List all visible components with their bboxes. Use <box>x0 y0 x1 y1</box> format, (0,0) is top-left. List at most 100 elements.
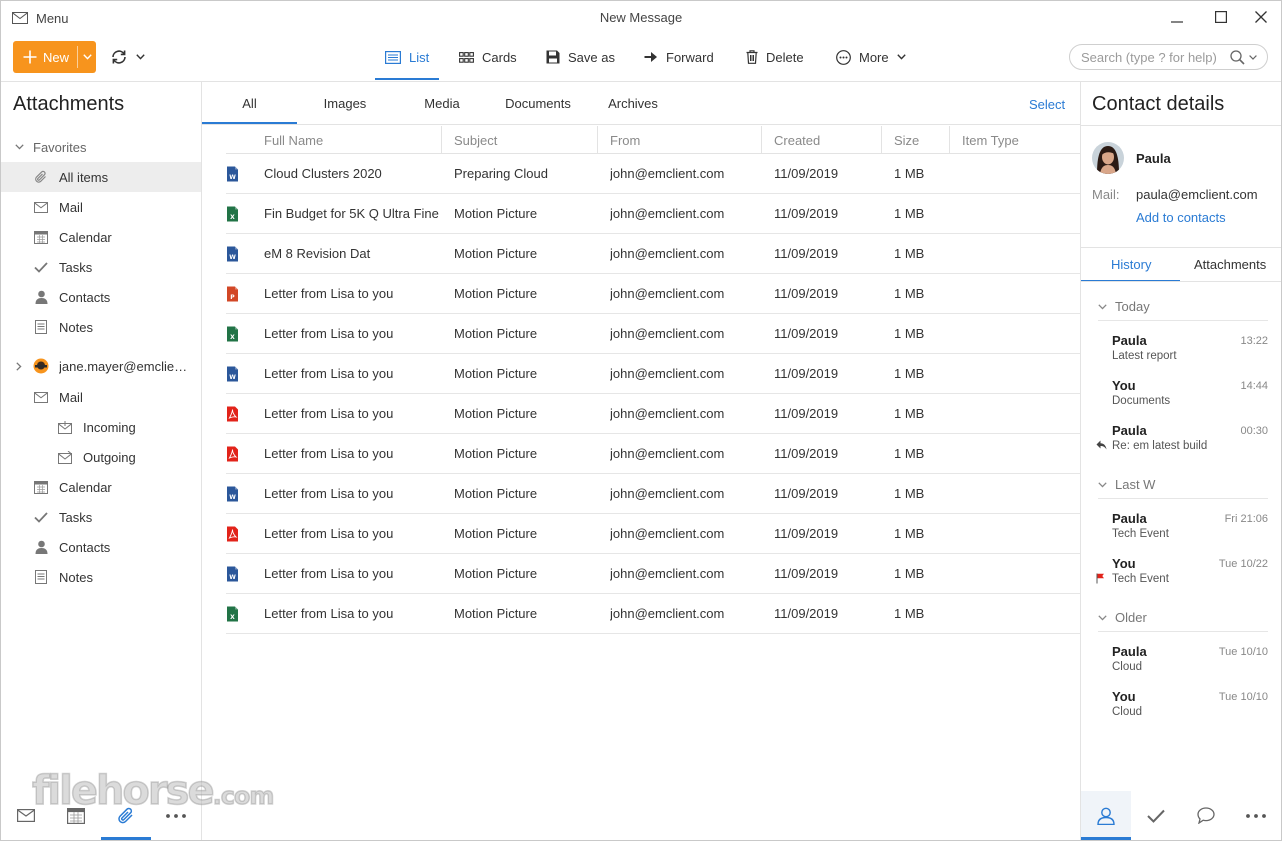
new-button-main[interactable]: New <box>13 41 77 73</box>
search-placeholder: Search (type ? for help) <box>1081 49 1217 65</box>
chevron-down-icon <box>82 54 92 60</box>
nav-chat-button[interactable] <box>1181 791 1231 840</box>
nav-mail-button[interactable] <box>1 791 51 840</box>
pdf-file-icon <box>226 446 239 462</box>
table-row[interactable]: P Letter from Lisa to you Motion Picture jo… <box>226 274 1080 314</box>
outbox-icon <box>57 449 73 465</box>
table-row[interactable]: W Cloud Clusters 2020 Preparing Cloud john@… <box>226 154 1080 194</box>
table-row[interactable]: X Letter from Lisa to you Motion Picture jo… <box>226 594 1080 634</box>
sidebar-item-account-tasks[interactable]: Tasks <box>0 502 201 532</box>
chevron-down-icon <box>1249 55 1257 60</box>
cell-full-name: Letter from Lisa to you <box>264 606 394 621</box>
column-header-size[interactable]: Size <box>881 126 949 154</box>
new-dropdown-button[interactable] <box>78 41 96 73</box>
history-group-header[interactable]: Today <box>1098 299 1150 314</box>
column-header-full-name[interactable]: Full Name <box>264 126 441 154</box>
envelope-icon <box>33 389 49 405</box>
sidebar-item-calendar[interactable]: Calendar <box>0 222 201 252</box>
cell-from: john@emclient.com <box>610 526 725 541</box>
table-row[interactable]: W Letter from Lisa to you Motion Picture jo… <box>226 554 1080 594</box>
history-item-subject: Cloud <box>1112 706 1143 718</box>
powerpoint-file-icon: P <box>226 286 239 302</box>
toolbar-save-as-button[interactable]: Save as <box>546 44 615 70</box>
sidebar-item-account-mail[interactable]: Mail <box>0 382 201 412</box>
table-row[interactable]: Letter from Lisa to you Motion Picture joh… <box>226 394 1080 434</box>
toolbar-delete-button[interactable]: Delete <box>746 44 804 70</box>
tab-history[interactable]: History <box>1111 257 1151 272</box>
table-row[interactable]: W Letter from Lisa to you Motion Picture jo… <box>226 474 1080 514</box>
table-row[interactable]: X Fin Budget for 5K Q Ultra Fine Motion Pi… <box>226 194 1080 234</box>
new-button[interactable]: New <box>13 41 96 73</box>
floppy-disk-icon <box>546 50 560 64</box>
tab-media[interactable]: Media <box>410 96 474 114</box>
column-header-from[interactable]: From <box>597 126 761 154</box>
sidebar-item-account-notes[interactable]: Notes <box>0 562 201 592</box>
history-group-header[interactable]: Older <box>1098 610 1147 625</box>
search-input[interactable]: Search (type ? for help) <box>1069 44 1268 70</box>
nav-contact-details-button[interactable] <box>1081 791 1131 840</box>
cell-size: 1 MB <box>894 526 925 541</box>
tab-all[interactable]: All <box>202 96 297 114</box>
account-label: jane.mayer@emclient.com <box>59 358 189 374</box>
toolbar-more-button[interactable]: More <box>836 44 906 70</box>
calendar-icon <box>33 479 49 495</box>
toolbar-cards-button[interactable]: Cards <box>459 44 517 70</box>
table-row[interactable]: Letter from Lisa to you Motion Picture joh… <box>226 434 1080 474</box>
sidebar-item-mail[interactable]: Mail <box>0 192 201 222</box>
sidebar-item-contacts[interactable]: Contacts <box>0 282 201 312</box>
history-group-divider <box>1098 498 1268 499</box>
contact-tabs-divider-bottom <box>1081 281 1282 282</box>
minimize-button[interactable] <box>1166 8 1188 26</box>
sync-button[interactable] <box>110 47 145 67</box>
sidebar-item-tasks[interactable]: Tasks <box>0 252 201 282</box>
table-row[interactable]: WeM 8 Revision Dat Motion Picture john@emc… <box>226 234 1080 274</box>
history-item-sender: You <box>1112 689 1136 704</box>
contact-tabs-divider-top <box>1081 247 1282 248</box>
add-to-contacts-link[interactable]: Add to contacts <box>1136 210 1226 225</box>
sidebar-item-all-items[interactable]: All items <box>0 162 201 192</box>
search-options[interactable] <box>1230 50 1257 65</box>
cell-created: 11/09/2019 <box>774 206 839 221</box>
cell-full-name: Letter from Lisa to you <box>264 486 394 501</box>
nav-more-button[interactable] <box>151 791 201 840</box>
menu-button[interactable]: Menu <box>12 9 69 27</box>
tab-archives[interactable]: Archives <box>598 96 668 114</box>
column-header-item-type[interactable]: Item Type <box>949 126 1080 154</box>
history-group-header[interactable]: Last W <box>1098 477 1155 492</box>
table-row[interactable]: X Letter from Lisa to you Motion Picture jo… <box>226 314 1080 354</box>
column-header-subject[interactable]: Subject <box>441 126 597 154</box>
select-link[interactable]: Select <box>1029 97 1065 112</box>
more-circle-icon <box>836 49 851 65</box>
sidebar-item-notes[interactable]: Notes <box>0 312 201 342</box>
close-button[interactable] <box>1250 8 1272 26</box>
tab-images[interactable]: Images <box>305 96 385 114</box>
sync-icon <box>110 49 128 65</box>
sidebar-item-incoming[interactable]: Incoming <box>0 412 201 442</box>
contact-mail-value[interactable]: paula@emclient.com <box>1136 187 1258 202</box>
nav-attachments-button[interactable] <box>101 791 151 840</box>
toolbar-forward-button[interactable]: Forward <box>644 44 714 70</box>
sidebar-account[interactable]: jane.mayer@emclient.com <box>0 351 201 381</box>
sidebar-item-account-contacts[interactable]: Contacts <box>0 532 201 562</box>
toolbar-list-button[interactable]: List <box>385 44 429 70</box>
reply-arrow-icon <box>1096 440 1107 450</box>
tab-attachments[interactable]: Attachments <box>1194 257 1266 272</box>
column-header-created[interactable]: Created <box>761 126 881 154</box>
chevron-down-icon <box>896 54 906 60</box>
cell-full-name: Letter from Lisa to you <box>264 446 394 461</box>
nav-more-button-right[interactable] <box>1231 791 1281 840</box>
checkmark-icon <box>33 509 49 525</box>
svg-text:X: X <box>230 614 235 621</box>
table-row[interactable]: W Letter from Lisa to you Motion Picture jo… <box>226 354 1080 394</box>
sidebar-item-account-calendar[interactable]: Calendar <box>0 472 201 502</box>
trash-icon <box>746 50 758 64</box>
sidebar-group-favorites[interactable]: Favorites <box>0 132 201 162</box>
maximize-button[interactable] <box>1210 8 1232 26</box>
nav-calendar-button[interactable] <box>51 791 101 840</box>
table-row[interactable]: Letter from Lisa to you Motion Picture joh… <box>226 514 1080 554</box>
nav-tasks-button[interactable] <box>1131 791 1181 840</box>
tab-documents[interactable]: Documents <box>496 96 580 114</box>
more-dots-icon <box>1246 813 1266 818</box>
sidebar-item-outgoing[interactable]: Outgoing <box>0 442 201 472</box>
svg-text:X: X <box>230 334 235 341</box>
